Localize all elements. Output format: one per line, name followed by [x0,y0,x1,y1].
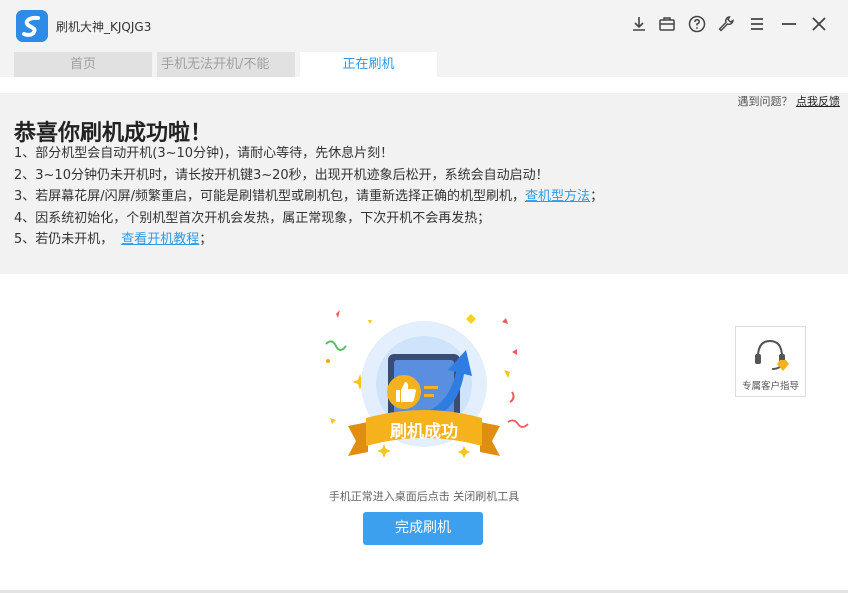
minimize-icon[interactable] [779,14,799,34]
support-label: 专属客户指导 [741,381,799,392]
tab-home[interactable]: 首页 [14,52,152,77]
confetti-icon [509,391,515,403]
divider [0,77,848,93]
tip-line: 5、若仍未开机， 查看开机教程； [14,232,213,247]
finish-flash-button[interactable]: 完成刷机 [363,512,483,545]
confetti-icon [326,359,330,363]
success-illustration: 刷机成功 [316,306,532,472]
feedback-link[interactable]: 点我反馈 [796,95,840,108]
feedback-area: 遇到问题？ 点我反馈 [738,93,841,111]
sparkle-icon [377,444,391,458]
customer-support-button[interactable]: 专属客户指导 [735,326,806,397]
confetti-icon [466,314,476,324]
headset-icon [755,339,789,371]
tips-list: 1、部分机型会自动开机(3~10分钟)，请耐心等待，先休息片刻！ 2、3~10分… [14,143,603,251]
confetti-icon [325,340,347,351]
tab-flashing[interactable]: 正在刷机 [300,52,437,77]
tip-line: 4、因系统初始化，个别机型首次开机会发热，属正常现象，下次开机不会再发热； [14,210,491,226]
tip-line: 2、3~10分钟仍未开机时，请长按开机键3~20秒，出现开机迹象后松开，系统会自… [14,167,549,183]
wrench-icon[interactable] [716,14,736,34]
title-bar: 刷机大神_KJQJG3 [0,0,848,50]
download-icon[interactable] [629,14,649,34]
info-panel: 遇到问题？ 点我反馈 恭喜你刷机成功啦！ 1、部分机型会自动开机(3~10分钟)… [0,93,848,274]
tab-cannot-boot[interactable]: 手机无法开机/不能 [157,52,295,77]
banner-text: 刷机成功 [390,421,458,442]
check-model-link[interactable]: 查机型方法 [525,189,590,204]
confetti-icon [368,320,372,324]
help-icon[interactable] [687,14,707,34]
close-icon[interactable] [809,14,829,34]
tab-bar: 首页 手机无法开机/不能 正在刷机 [0,50,848,77]
confetti-icon [512,349,517,355]
tip-line: 3、若屏幕花屏/闪屏/频繁重启，可能是刷错机型或刷机包，请重新选择正确的机型刷机… [14,189,604,204]
success-caption: 手机正常进入桌面后点击 关闭刷机工具 [328,490,520,503]
confetti-icon [504,370,510,378]
feedback-prompt: 遇到问题？ [737,95,793,108]
confetti-icon [336,310,340,318]
app-logo-icon [16,10,48,42]
menu-icon[interactable] [747,14,767,34]
briefcase-icon[interactable] [657,14,677,34]
confetti-icon [507,419,529,428]
confetti-icon [330,418,336,424]
app-title: 刷机大神_KJQJG3 [56,20,152,34]
confetti-icon [502,318,508,324]
sparkle-icon [458,446,470,458]
tip-line: 1、部分机型会自动开机(3~10分钟)，请耐心等待，先休息片刻！ [14,146,394,161]
boot-tutorial-link[interactable]: 查看开机教程 [121,232,199,247]
